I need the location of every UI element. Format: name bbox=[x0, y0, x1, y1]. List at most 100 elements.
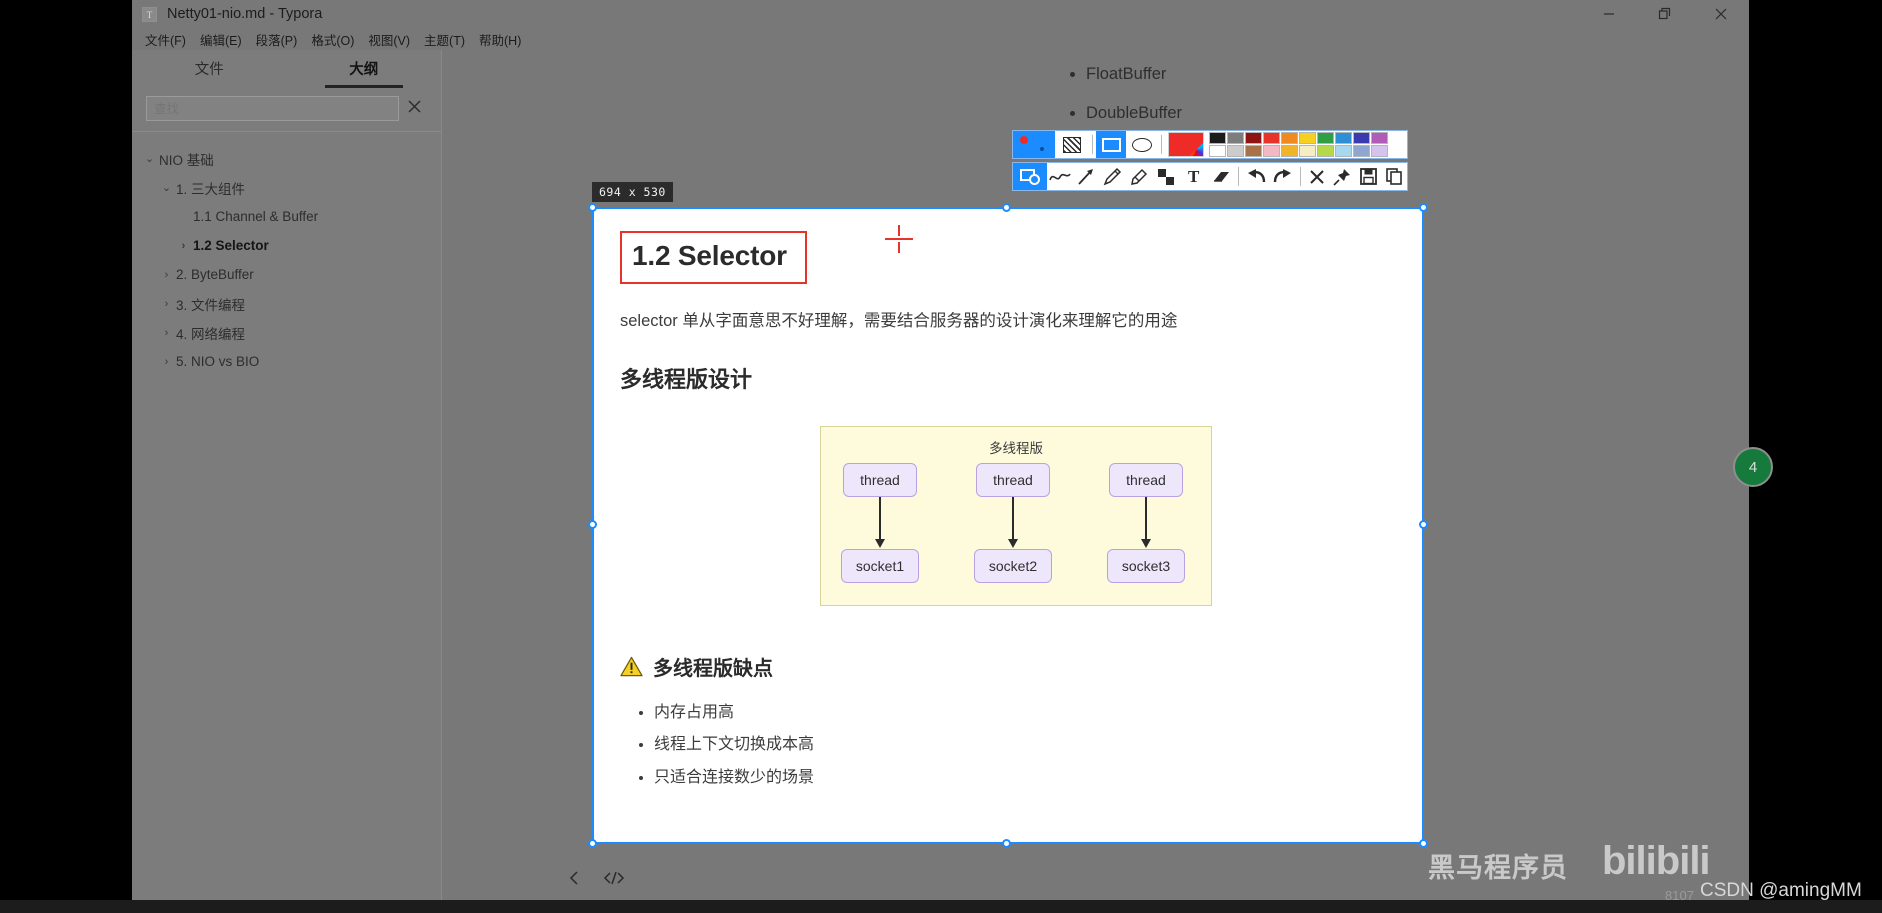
swatch-white[interactable] bbox=[1209, 145, 1226, 157]
chevron-right-icon[interactable]: › bbox=[160, 356, 173, 368]
rectangle-tool[interactable] bbox=[1096, 131, 1126, 158]
outline-item-nio-basics[interactable]: ⌄ NIO 基础 bbox=[132, 144, 441, 173]
outline-item-nio-vs-bio[interactable]: › 5. NIO vs BIO bbox=[132, 347, 441, 376]
secondary-dot-icon bbox=[1040, 147, 1044, 151]
swatch-skyblue[interactable] bbox=[1335, 145, 1352, 157]
outline-item-label: 1. 三大组件 bbox=[176, 181, 246, 197]
search-input[interactable] bbox=[146, 96, 399, 121]
menu-view[interactable]: 视图(V) bbox=[361, 29, 417, 50]
swatch-purple[interactable] bbox=[1371, 132, 1388, 144]
menu-edit[interactable]: 编辑(E) bbox=[193, 29, 249, 50]
arrow-tool[interactable] bbox=[1073, 163, 1100, 190]
outline-item-selector[interactable]: › 1.2 Selector bbox=[132, 231, 441, 260]
current-color-swatch[interactable] bbox=[1165, 131, 1207, 158]
diagram-node-socket1: socket1 bbox=[841, 548, 919, 583]
chevron-left-icon[interactable] bbox=[568, 870, 581, 890]
capture-region-button[interactable] bbox=[1013, 163, 1048, 190]
copy-button[interactable] bbox=[1381, 163, 1408, 190]
minimize-icon[interactable] bbox=[1581, 0, 1637, 28]
swatch-lavender[interactable] bbox=[1371, 145, 1388, 157]
eraser-icon bbox=[1214, 171, 1230, 182]
swatch-gray[interactable] bbox=[1227, 132, 1244, 144]
pencil-tool[interactable] bbox=[1099, 163, 1125, 190]
intro-paragraph: selector 单从字面意思不好理解，需要结合服务器的设计演化来理解它的用途 bbox=[620, 311, 1178, 330]
diagram-arrowhead-2 bbox=[1008, 538, 1018, 548]
outline-item-label: 4. 网络编程 bbox=[176, 326, 246, 342]
resize-handle-bottom-right[interactable] bbox=[1419, 839, 1428, 848]
swatch-brown[interactable] bbox=[1245, 145, 1262, 157]
watermark-csdn: CSDN @amingMM bbox=[1700, 880, 1862, 901]
save-button[interactable] bbox=[1355, 163, 1382, 190]
restore-icon[interactable] bbox=[1637, 0, 1693, 28]
outline-item-channel-buffer[interactable]: 1.1 Channel & Buffer bbox=[132, 202, 441, 231]
chevron-down-icon[interactable]: ⌄ bbox=[160, 181, 173, 194]
mosaic-tool[interactable] bbox=[1152, 163, 1180, 190]
chevron-right-icon[interactable]: › bbox=[177, 240, 190, 252]
swatch-green[interactable] bbox=[1317, 132, 1334, 144]
list-item: 线程上下文切换成本高 bbox=[654, 729, 1396, 762]
marker-tool[interactable] bbox=[1124, 163, 1153, 190]
chevron-right-icon[interactable]: › bbox=[160, 269, 173, 281]
menu-theme[interactable]: 主题(T) bbox=[417, 29, 472, 50]
pin-button[interactable] bbox=[1329, 163, 1356, 190]
capture-size-badge: 694 x 530 bbox=[592, 182, 673, 202]
swatch-cream[interactable] bbox=[1299, 145, 1316, 157]
hatch-fill-button[interactable] bbox=[1055, 131, 1089, 158]
swatch-lime[interactable] bbox=[1317, 145, 1334, 157]
outline-item-bytebuffer[interactable]: › 2. ByteBuffer bbox=[132, 260, 441, 289]
tab-outline[interactable]: 大纲 bbox=[287, 50, 442, 90]
section-heading-multithread-design: 多线程版设计 bbox=[620, 366, 753, 392]
screenshot-selection-region[interactable]: 1.2 Selector selector 单从字面意思不好理解，需要结合服务器… bbox=[588, 203, 1428, 848]
diagram-edge-1 bbox=[879, 496, 881, 542]
swatch-indigo[interactable] bbox=[1353, 132, 1370, 144]
ellipse-tool[interactable] bbox=[1126, 131, 1158, 158]
tab-files[interactable]: 文件 bbox=[132, 50, 287, 90]
menu-paragraph[interactable]: 段落(P) bbox=[249, 29, 305, 50]
outline-item-three-components[interactable]: ⌄ 1. 三大组件 bbox=[132, 173, 441, 202]
close-icon[interactable] bbox=[399, 99, 429, 119]
cancel-button[interactable] bbox=[1303, 163, 1330, 190]
notification-badge[interactable]: 4 bbox=[1733, 447, 1773, 487]
menu-format[interactable]: 格式(O) bbox=[304, 29, 361, 50]
chevron-right-icon[interactable]: › bbox=[160, 298, 173, 310]
freehand-line-tool[interactable] bbox=[1047, 163, 1074, 190]
resize-handle-bottom-center[interactable] bbox=[1002, 839, 1011, 848]
close-icon[interactable] bbox=[1693, 0, 1749, 28]
swatch-amber[interactable] bbox=[1281, 145, 1298, 157]
outline-item-label: NIO 基础 bbox=[159, 152, 214, 168]
swatch-red[interactable] bbox=[1263, 132, 1280, 144]
title-bar: T Netty01-nio.md - Typora bbox=[132, 0, 1749, 28]
diagram-node-socket3: socket3 bbox=[1107, 548, 1185, 583]
menu-help[interactable]: 帮助(H) bbox=[472, 29, 528, 50]
swatch-blue[interactable] bbox=[1335, 132, 1352, 144]
record-mode-button[interactable] bbox=[1013, 131, 1055, 158]
swatch-steelblue[interactable] bbox=[1353, 145, 1370, 157]
redo-button[interactable] bbox=[1269, 163, 1297, 190]
swatch-pink[interactable] bbox=[1263, 145, 1280, 157]
undo-button[interactable] bbox=[1241, 163, 1270, 190]
diagram-node-socket2: socket2 bbox=[974, 548, 1052, 583]
watermark-bilibili-logo: bilibili bbox=[1602, 834, 1726, 884]
text-tool[interactable]: T bbox=[1179, 163, 1208, 190]
swatch-black[interactable] bbox=[1209, 132, 1226, 144]
outline-item-label: 5. NIO vs BIO bbox=[176, 354, 260, 369]
camera-region-icon bbox=[1020, 168, 1041, 185]
swatch-lightgray[interactable] bbox=[1227, 145, 1244, 157]
sidebar-tabs: 文件 大纲 bbox=[132, 50, 441, 90]
swatch-yellow[interactable] bbox=[1299, 132, 1316, 144]
outline-item-network-programming[interactable]: › 4. 网络编程 bbox=[132, 318, 441, 347]
crosshair-marker-icon bbox=[885, 225, 913, 253]
swatch-orange[interactable] bbox=[1281, 132, 1298, 144]
resize-handle-bottom-left[interactable] bbox=[588, 839, 597, 848]
code-icon[interactable] bbox=[603, 870, 625, 890]
swatch-darkred[interactable] bbox=[1245, 132, 1262, 144]
color-palette[interactable] bbox=[1207, 131, 1390, 158]
outline-item-file-programming[interactable]: › 3. 文件编程 bbox=[132, 289, 441, 318]
list-item: DoubleBuffer bbox=[1086, 94, 1182, 133]
menu-file[interactable]: 文件(F) bbox=[138, 29, 193, 50]
chevron-down-icon[interactable]: ⌄ bbox=[143, 152, 156, 165]
redo-arrow-icon bbox=[1273, 168, 1292, 182]
chevron-right-icon[interactable]: › bbox=[160, 327, 173, 339]
ellipse-icon bbox=[1132, 137, 1152, 152]
eraser-tool[interactable] bbox=[1207, 163, 1235, 190]
